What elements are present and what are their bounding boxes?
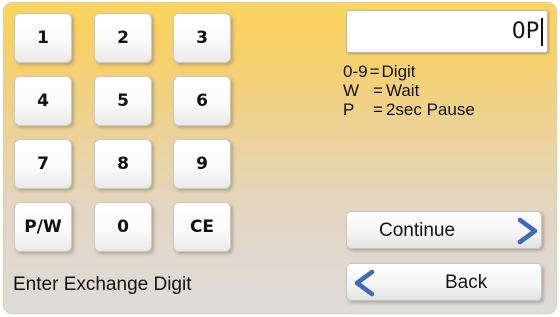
key-1[interactable]: 1 xyxy=(14,13,72,63)
legend-key: W xyxy=(343,81,360,100)
key-5[interactable]: 5 xyxy=(94,76,152,126)
key-0[interactable]: 0 xyxy=(94,202,152,252)
legend-text: Wait xyxy=(385,81,420,100)
digit-display[interactable]: 0P xyxy=(346,10,548,53)
legend-sep: = xyxy=(373,100,383,119)
legend-key: P xyxy=(343,100,355,119)
key-legend: 0-9 = Digit W = Wait P = 2sec Pause xyxy=(343,62,475,119)
key-3[interactable]: 3 xyxy=(173,13,231,63)
continue-button[interactable]: Continue xyxy=(346,211,542,249)
key-2[interactable]: 2 xyxy=(94,13,152,63)
legend-row-digit: 0-9 = Digit xyxy=(343,62,475,81)
legend-sep: = xyxy=(369,62,380,81)
status-prompt: Enter Exchange Digit xyxy=(13,274,192,295)
key-pause-wait[interactable]: P/W xyxy=(14,202,72,252)
legend-row-wait: W = Wait xyxy=(343,81,475,100)
key-6[interactable]: 6 xyxy=(173,76,231,126)
chevron-right-icon xyxy=(517,217,538,245)
key-7[interactable]: 7 xyxy=(14,139,72,189)
legend-sep: = xyxy=(373,81,383,100)
text-cursor xyxy=(541,17,543,46)
digit-display-value: 0P xyxy=(511,19,539,44)
legend-text: 2sec Pause xyxy=(385,100,475,119)
key-clear-entry[interactable]: CE xyxy=(173,202,231,252)
legend-key: 0-9 xyxy=(343,62,368,81)
chevron-left-icon xyxy=(354,269,375,297)
key-4[interactable]: 4 xyxy=(14,76,72,126)
back-button[interactable]: Back xyxy=(346,263,542,301)
key-8[interactable]: 8 xyxy=(94,139,152,189)
legend-text: Digit xyxy=(381,62,416,81)
legend-row-pause: P = 2sec Pause xyxy=(343,100,475,119)
continue-label: Continue xyxy=(379,220,456,241)
key-9[interactable]: 9 xyxy=(173,139,231,189)
back-label: Back xyxy=(445,272,488,293)
